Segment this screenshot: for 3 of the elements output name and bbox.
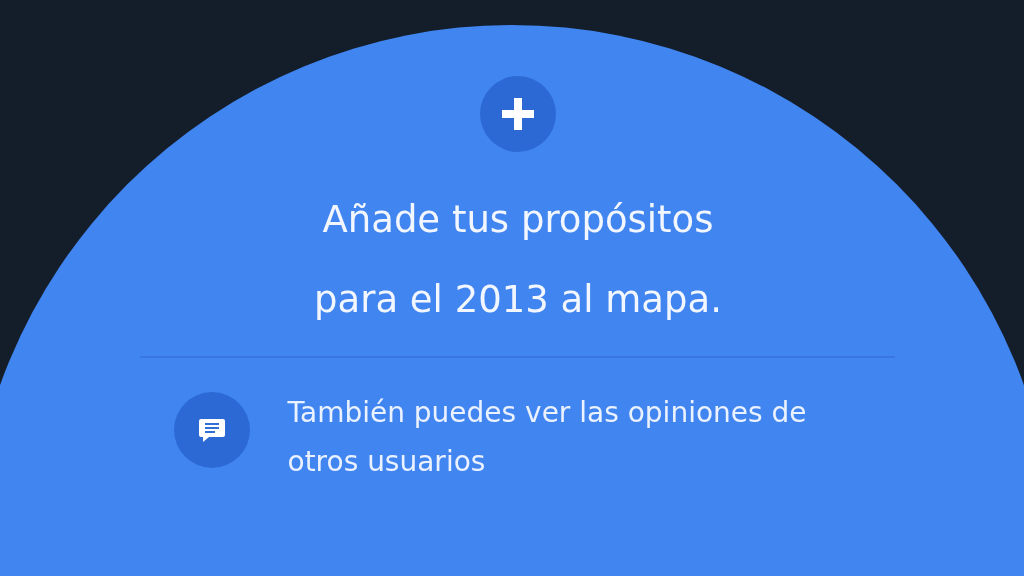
speech-bubble-icon <box>197 417 226 443</box>
heading: Añade tus propósitos para el 2013 al mapa. <box>313 197 723 323</box>
info-text: También puedes ver las opiniones de otros usuarios <box>287 395 808 480</box>
